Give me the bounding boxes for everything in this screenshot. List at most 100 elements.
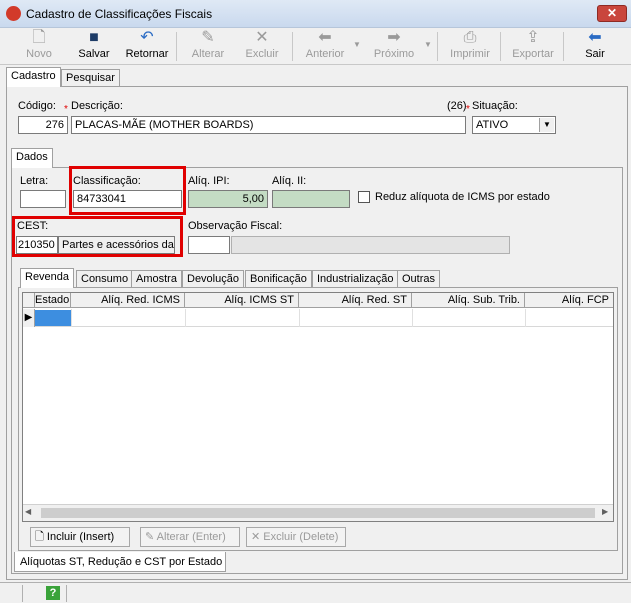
excluir-button[interactable]: ✕ Excluir: [240, 28, 284, 65]
arrow-right-icon: ➡: [387, 29, 401, 46]
required-marker: *: [466, 104, 470, 115]
reduz-checkbox[interactable]: [358, 191, 370, 203]
aliq-ipi-field[interactable]: 5,00: [188, 190, 268, 208]
toolbar-separator: [176, 32, 177, 61]
tab-consumo[interactable]: Consumo: [76, 270, 134, 288]
undo-icon: ↶: [140, 29, 154, 46]
grid-line: [525, 309, 526, 327]
delete-x-icon: ✕: [255, 29, 269, 46]
scrollbar-thumb[interactable]: [41, 508, 595, 518]
grid-line: [299, 309, 300, 327]
observacao-label: Observação Fiscal:: [188, 220, 283, 232]
tab-revenda[interactable]: Revenda: [20, 268, 75, 288]
window-title: Cadastro de Classificações Fiscais: [26, 7, 213, 21]
grid-line: [71, 309, 72, 327]
table-row[interactable]: ▶: [23, 309, 613, 327]
delete-x-icon: ✕: [251, 531, 261, 543]
cest-code-field[interactable]: 210350: [16, 236, 58, 254]
row-indicator-header: [23, 293, 35, 308]
tab-aliquotas-st[interactable]: Alíquotas ST, Redução e CST por Estado: [14, 552, 226, 572]
toolbar-separator: [292, 32, 293, 61]
grid-header: Estado Alíq. Red. ICMS Alíq. ICMS ST Alí…: [23, 293, 613, 308]
tab-cadastro[interactable]: Cadastro: [6, 67, 61, 87]
letra-label: Letra:: [20, 175, 49, 187]
tab-industrializacao[interactable]: Industrialização: [312, 270, 399, 288]
imprimir-button[interactable]: ⎙ Imprimir: [448, 28, 492, 65]
col-aliq-red-st[interactable]: Alíq. Red. ST: [299, 293, 412, 308]
printer-icon: ⎙: [463, 29, 477, 46]
novo-button[interactable]: 🗋 Novo: [20, 28, 58, 65]
col-aliq-sub-trib[interactable]: Alíq. Sub. Trib.: [412, 293, 525, 308]
observacao-text-field: [231, 236, 510, 254]
row-pointer-icon: ▶: [23, 309, 35, 327]
alterar-button[interactable]: ✎ Alterar: [186, 28, 230, 65]
new-document-icon: 🗋: [35, 531, 44, 543]
alterar-grid-button[interactable]: ✎ Alterar (Enter): [140, 527, 240, 547]
retornar-button[interactable]: ↶ Retornar: [121, 28, 173, 65]
reduz-label[interactable]: Reduz alíquota de ICMS por estado: [375, 191, 550, 203]
exit-arrow-icon: ⬅: [588, 29, 602, 46]
app-icon: [6, 6, 21, 21]
situacao-value: ATIVO: [476, 119, 509, 131]
char-count: (26): [447, 100, 467, 112]
letra-field[interactable]: [20, 190, 66, 208]
cest-description-field: Partes e acessórios das: [58, 236, 175, 254]
tab-dados[interactable]: Dados: [11, 148, 53, 168]
status-bar: ?: [0, 582, 631, 603]
descricao-label: Descrição:: [71, 100, 123, 112]
title-bar: Cadastro de Classificações Fiscais ✕: [0, 0, 631, 28]
tab-devolucao[interactable]: Devolução: [182, 270, 244, 288]
save-icon: ■: [89, 29, 99, 46]
scroll-right-icon[interactable]: ▶: [602, 507, 608, 516]
anterior-dropdown-arrow[interactable]: ▼: [352, 40, 362, 50]
toolbar-separator: [500, 32, 501, 61]
tab-bonificacao[interactable]: Bonificação: [245, 270, 312, 288]
excluir-grid-button[interactable]: ✕ Excluir (Delete): [246, 527, 346, 547]
aliquotas-grid[interactable]: Estado Alíq. Red. ICMS Alíq. ICMS ST Alí…: [22, 292, 614, 522]
classificacao-label: Classificação:: [73, 175, 141, 187]
proximo-button[interactable]: ➡ Próximo: [369, 28, 419, 65]
chevron-down-icon[interactable]: ▼: [539, 118, 554, 132]
situacao-label: Situação:: [472, 100, 518, 112]
grid-cell-selected[interactable]: [35, 310, 71, 326]
toolbar-separator: [563, 32, 564, 61]
close-button[interactable]: ✕: [597, 5, 627, 22]
anterior-button[interactable]: ⬅ Anterior: [300, 28, 350, 65]
tab-amostra[interactable]: Amostra: [131, 270, 182, 288]
toolbar: 🗋 Novo ■ Salvar ↶ Retornar ✎ Alterar ✕ E…: [0, 28, 631, 65]
incluir-button[interactable]: 🗋 Incluir (Insert): [30, 527, 130, 547]
horizontal-scrollbar[interactable]: ◀ ▶: [23, 504, 613, 521]
grid-line: [412, 309, 413, 327]
edit-icon: ✎: [201, 29, 215, 46]
col-aliq-red-icms[interactable]: Alíq. Red. ICMS: [71, 293, 185, 308]
codigo-label: Código:: [18, 100, 56, 112]
status-divider: [66, 585, 67, 602]
sair-button[interactable]: ⬅ Sair: [578, 28, 612, 65]
aliq-ii-field[interactable]: [272, 190, 350, 208]
col-estado[interactable]: Estado: [35, 293, 71, 308]
help-icon[interactable]: ?: [46, 586, 60, 600]
arrow-left-icon: ⬅: [318, 29, 332, 46]
tab-outras[interactable]: Outras: [397, 270, 441, 288]
proximo-dropdown-arrow[interactable]: ▼: [423, 40, 433, 50]
grid-line: [185, 309, 186, 327]
descricao-field[interactable]: PLACAS-MÃE (MOTHER BOARDS): [71, 116, 466, 134]
aliq-ipi-label: Alíq. IPI:: [188, 175, 230, 187]
aliq-ii-label: Alíq. II:: [272, 175, 307, 187]
col-aliq-icms-st[interactable]: Alíq. ICMS ST: [185, 293, 299, 308]
status-divider: [22, 585, 23, 602]
col-aliq-fcp[interactable]: Alíq. FCP: [525, 293, 613, 308]
toolbar-separator: [437, 32, 438, 61]
new-document-icon: 🗋: [32, 29, 46, 46]
observacao-code-field[interactable]: [188, 236, 230, 254]
codigo-field[interactable]: 276: [18, 116, 68, 134]
scroll-left-icon[interactable]: ◀: [25, 507, 31, 516]
cest-label: CEST:: [17, 220, 49, 232]
export-icon: ⇪: [526, 29, 540, 46]
tab-pesquisar[interactable]: Pesquisar: [61, 69, 120, 87]
required-marker: *: [64, 104, 68, 115]
edit-icon: ✎: [145, 531, 155, 543]
exportar-button[interactable]: ⇪ Exportar: [509, 28, 557, 65]
salvar-button[interactable]: ■ Salvar: [72, 28, 116, 65]
classificacao-field[interactable]: 84733041: [73, 190, 182, 208]
